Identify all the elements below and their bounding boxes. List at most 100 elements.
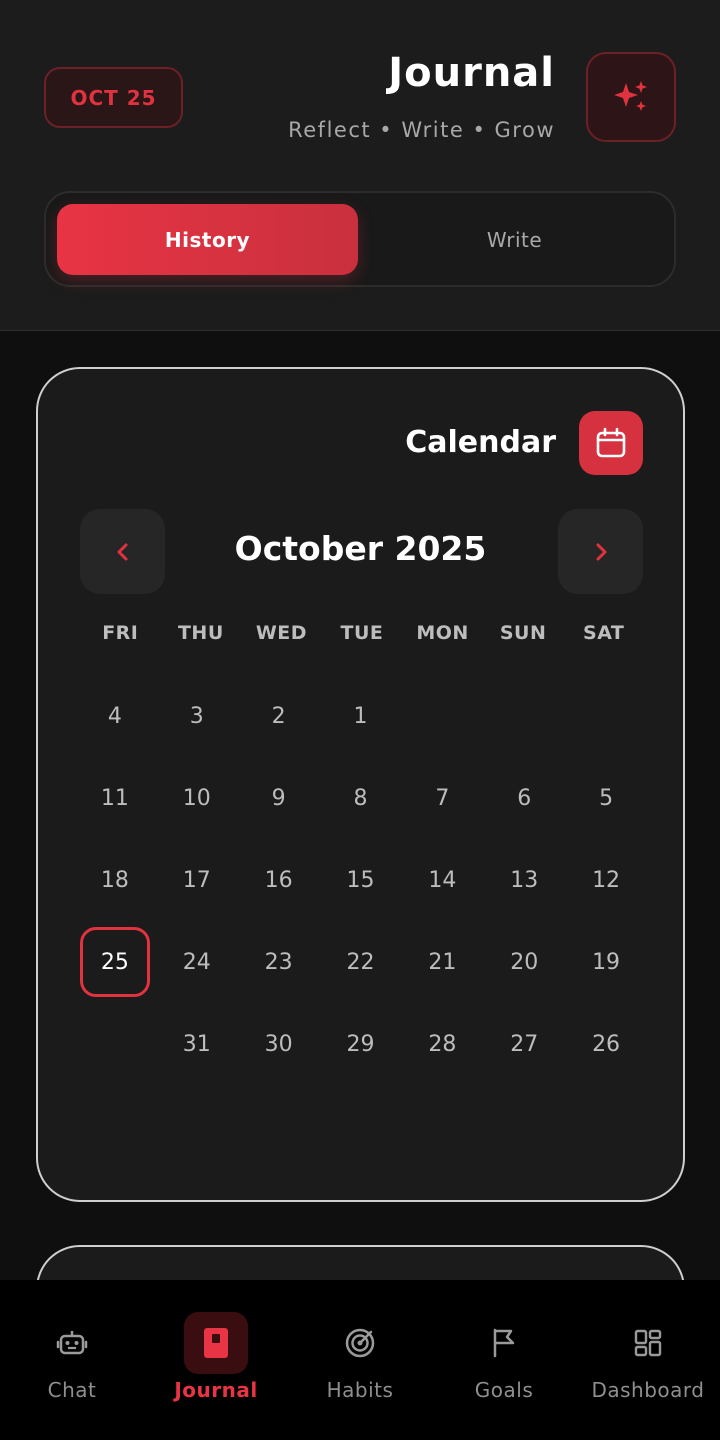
day-cell-selected[interactable]: 25 <box>74 921 156 1003</box>
nav-item-goals[interactable]: Goals <box>432 1280 576 1440</box>
day-number: 28 <box>428 1031 457 1057</box>
bottom-nav: Chat Journal Habits Goals Dashboard <box>0 1280 720 1440</box>
nav-item-journal[interactable]: Journal <box>144 1280 288 1440</box>
day-cell[interactable]: 30 <box>238 1003 320 1085</box>
day-number: 16 <box>264 867 293 893</box>
empty-day-cell <box>74 1003 156 1085</box>
day-cell[interactable]: 14 <box>401 839 483 921</box>
day-number: 17 <box>182 867 211 893</box>
weekday-label: SUN <box>499 622 547 644</box>
empty-day-cell <box>401 675 483 757</box>
book-icon <box>204 1328 228 1358</box>
nav-item-habits[interactable]: Habits <box>288 1280 432 1440</box>
calendar-icon-button[interactable] <box>579 411 643 475</box>
day-cell[interactable]: 17 <box>156 839 238 921</box>
day-number: 18 <box>100 867 129 893</box>
day-number: 23 <box>264 949 293 975</box>
weekday-label: TUE <box>340 622 384 644</box>
day-number: 3 <box>189 703 204 729</box>
day-cell[interactable]: 22 <box>320 921 402 1003</box>
weekday-label: MON <box>416 622 469 644</box>
day-cell[interactable]: 6 <box>483 757 565 839</box>
day-cell[interactable]: 21 <box>401 921 483 1003</box>
weekday-label: SAT <box>583 622 625 644</box>
day-number: 19 <box>592 949 621 975</box>
day-cell[interactable]: 27 <box>483 1003 565 1085</box>
day-cell[interactable]: 29 <box>320 1003 402 1085</box>
day-cell[interactable]: 3 <box>156 675 238 757</box>
day-cell[interactable]: 16 <box>238 839 320 921</box>
robot-icon <box>56 1331 88 1355</box>
day-number: 26 <box>592 1031 621 1057</box>
tab-write[interactable]: Write <box>364 204 665 275</box>
sparkles-icon <box>614 81 647 111</box>
day-number: 14 <box>428 867 457 893</box>
day-cell[interactable]: 19 <box>565 921 647 1003</box>
app-header: OCT 25 Journal Reflect • Write • Grow Hi… <box>0 0 720 331</box>
day-cell[interactable]: 5 <box>565 757 647 839</box>
page-subtitle: Reflect • Write • Grow <box>288 118 555 142</box>
grid-icon <box>634 1329 662 1357</box>
tab-history[interactable]: History <box>57 204 358 275</box>
day-cell[interactable]: 18 <box>74 839 156 921</box>
day-number: 9 <box>271 785 286 811</box>
target-icon <box>345 1328 375 1358</box>
weekday-header: FRI THU WED TUE MON SUN SAT <box>80 622 644 652</box>
day-cell[interactable]: 8 <box>320 757 402 839</box>
day-cell[interactable]: 1 <box>320 675 402 757</box>
day-cell[interactable]: 31 <box>156 1003 238 1085</box>
day-cell[interactable]: 4 <box>74 675 156 757</box>
day-number: 4 <box>107 703 122 729</box>
day-cell[interactable]: 13 <box>483 839 565 921</box>
day-cell[interactable]: 2 <box>238 675 320 757</box>
next-month-button[interactable] <box>558 509 643 594</box>
view-toggle: History Write <box>44 191 676 287</box>
nav-label: Habits <box>326 1378 394 1402</box>
nav-label: Goals <box>474 1378 534 1402</box>
day-number: 25 <box>79 927 150 997</box>
calendar-title: Calendar <box>405 425 556 460</box>
day-number: 2 <box>271 703 286 729</box>
day-number: 21 <box>428 949 457 975</box>
nav-item-dashboard[interactable]: Dashboard <box>576 1280 720 1440</box>
day-number: 8 <box>353 785 368 811</box>
page-title: Journal <box>388 50 555 96</box>
day-cell[interactable]: 15 <box>320 839 402 921</box>
day-number: 31 <box>182 1031 211 1057</box>
day-number: 10 <box>182 785 211 811</box>
ai-sparkle-button[interactable] <box>586 52 676 142</box>
day-number: 15 <box>346 867 375 893</box>
empty-day-cell <box>565 675 647 757</box>
day-number: 20 <box>510 949 539 975</box>
day-cell[interactable]: 20 <box>483 921 565 1003</box>
day-number: 24 <box>182 949 211 975</box>
empty-day-cell <box>483 675 565 757</box>
day-number: 27 <box>510 1031 539 1057</box>
day-number: 30 <box>264 1031 293 1057</box>
weekday-label: THU <box>177 622 224 644</box>
weekday-label: FRI <box>102 622 139 644</box>
day-cell[interactable]: 7 <box>401 757 483 839</box>
day-cell[interactable]: 9 <box>238 757 320 839</box>
day-cell[interactable]: 24 <box>156 921 238 1003</box>
day-number: 13 <box>510 867 539 893</box>
day-cell[interactable]: 28 <box>401 1003 483 1085</box>
calendar-icon <box>596 427 626 458</box>
calendar-days-grid: 4 3 2 1 11 10 9 8 7 6 5 18 17 16 15 14 13 12 25 24 23 22 21 20 1… <box>74 675 647 1085</box>
day-cell[interactable]: 12 <box>565 839 647 921</box>
flag-icon <box>493 1328 515 1358</box>
day-cell[interactable]: 23 <box>238 921 320 1003</box>
day-cell[interactable]: 11 <box>74 757 156 839</box>
weekday-label: WED <box>255 622 308 644</box>
day-number: 1 <box>353 703 368 729</box>
day-number: 11 <box>100 785 129 811</box>
day-number: 12 <box>592 867 621 893</box>
day-cell[interactable]: 26 <box>565 1003 647 1085</box>
nav-label: Dashboard <box>591 1378 705 1402</box>
calendar-card: Calendar October 2025 FRI THU WED TUE MO… <box>36 367 685 1202</box>
nav-item-chat[interactable]: Chat <box>0 1280 144 1440</box>
date-badge: OCT 25 <box>44 67 183 128</box>
day-cell[interactable]: 10 <box>156 757 238 839</box>
day-number: 22 <box>346 949 375 975</box>
day-number: 6 <box>517 785 532 811</box>
